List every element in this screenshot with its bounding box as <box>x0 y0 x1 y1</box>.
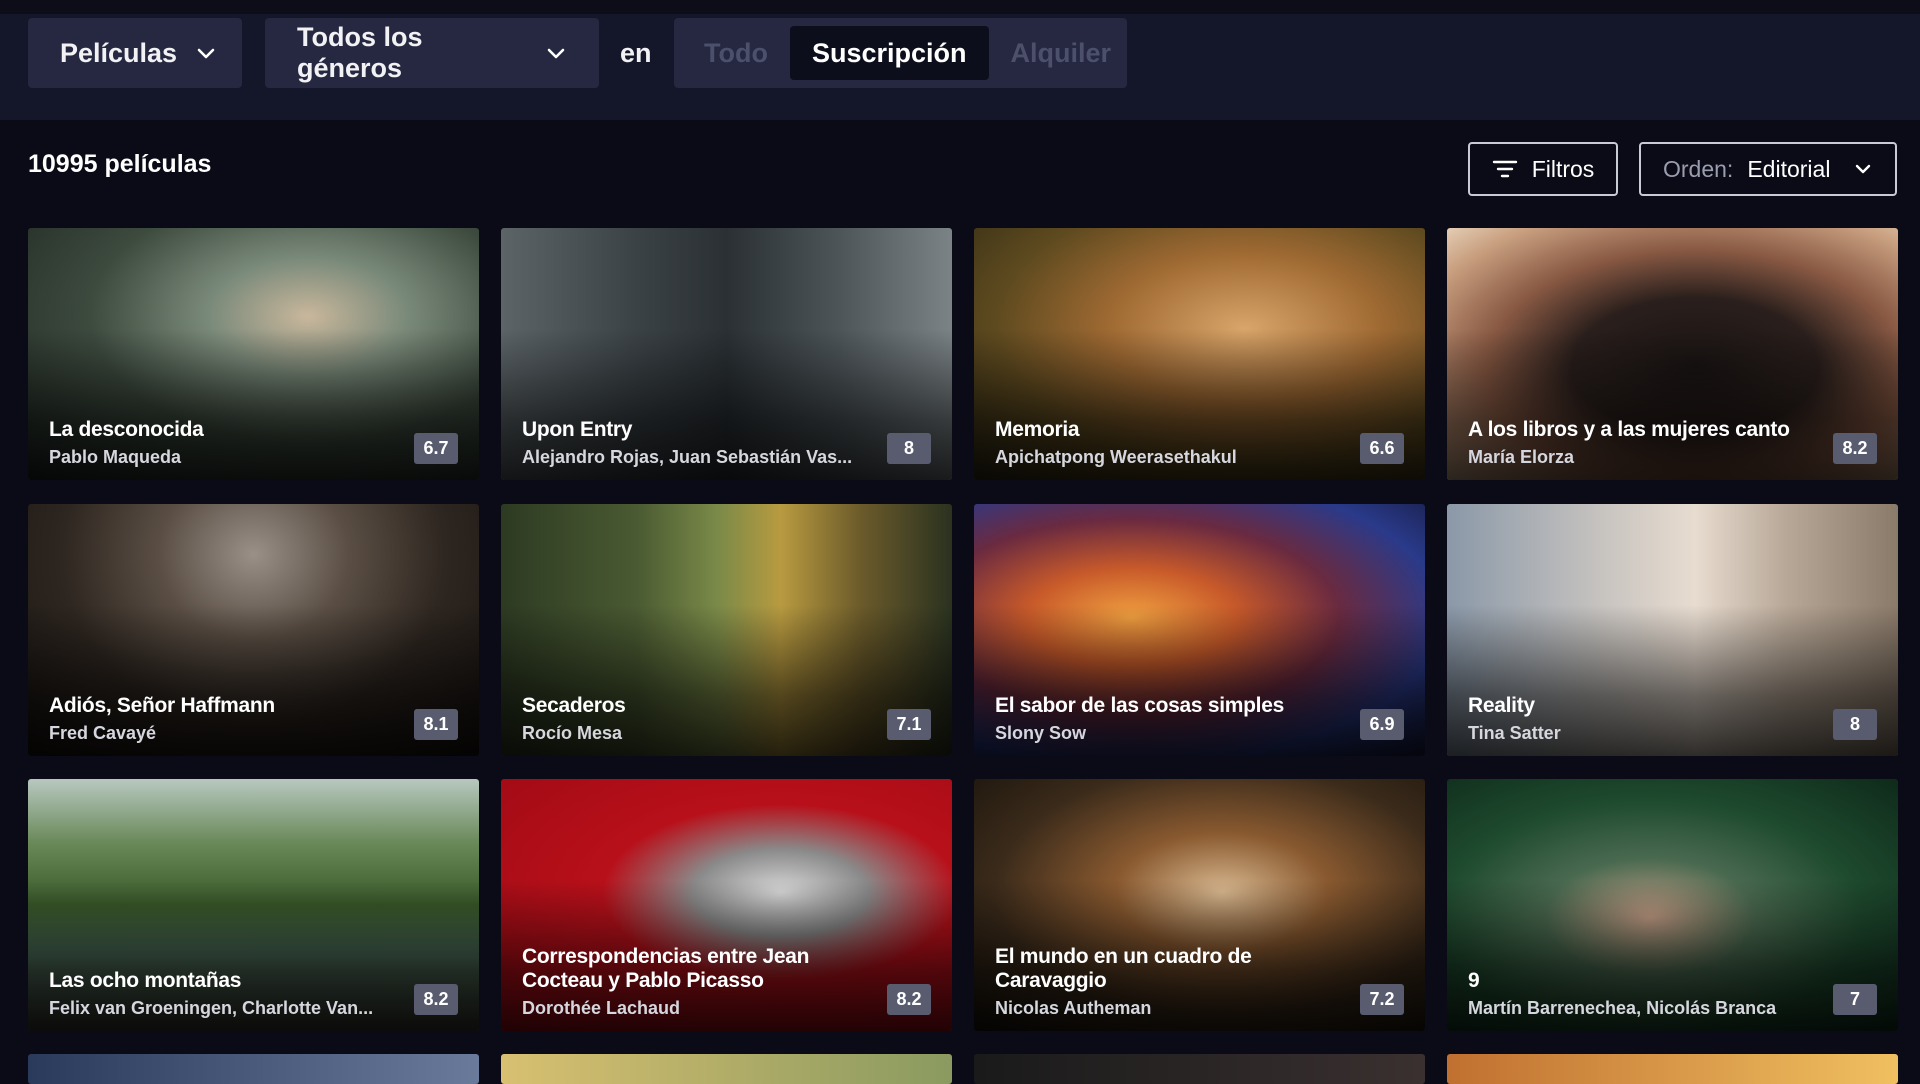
availability-option-suscripcion[interactable]: Suscripción <box>789 26 989 80</box>
movie-title: A los libros y a las mujeres canto <box>1468 418 1790 441</box>
chevron-down-icon <box>545 42 567 64</box>
movie-title: La desconocida <box>49 418 204 441</box>
movie-title: 9 <box>1468 969 1480 992</box>
movie-director: Nicolas Autheman <box>995 998 1152 1018</box>
movie-director: Pablo Maqueda <box>49 447 182 467</box>
rating-badge: 6.7 <box>414 433 458 464</box>
filter-bar: Películas Todos los géneros en Todo Susc… <box>0 0 1920 120</box>
movie-card[interactable]: Las ocho montañas Felix van Groeningen, … <box>28 779 479 1031</box>
movie-card[interactable]: A los libros y a las mujeres canto María… <box>1447 228 1898 480</box>
movie-card[interactable]: Adiós, Señor Haffmann Fred Cavayé 8.1 <box>28 504 479 756</box>
genre-label: Todos los géneros <box>297 22 423 83</box>
filters-button[interactable]: Filtros <box>1468 142 1618 196</box>
movie-card[interactable]: Secaderos Rocío Mesa 7.1 <box>501 504 952 756</box>
availability-option-alquiler[interactable]: Alquiler <box>989 26 1134 80</box>
chevron-down-icon <box>195 42 217 64</box>
availability-option-todo[interactable]: Todo <box>682 26 790 80</box>
movie-title: Adiós, Señor Haffmann <box>49 694 275 717</box>
en-label: en <box>620 37 652 68</box>
results-count: 10995 películas <box>28 150 212 178</box>
movie-title: Secaderos <box>522 694 626 717</box>
movie-title: Upon Entry <box>522 418 633 441</box>
movie-card[interactable]: La desconocida Pablo Maqueda 6.7 <box>28 228 479 480</box>
movie-card[interactable]: El mundo en un cuadro de Caravaggio Nico… <box>974 779 1425 1031</box>
rating-badge: 8 <box>1833 709 1877 740</box>
movie-card[interactable]: Correspondencias entre Jean Cocteau y Pa… <box>501 779 952 1031</box>
filter-lines-icon <box>1492 159 1518 179</box>
movie-director: Slony Sow <box>995 723 1087 743</box>
rating-badge: 7.1 <box>887 709 931 740</box>
movie-card[interactable]: Upon Entry Alejandro Rojas, Juan Sebasti… <box>501 228 952 480</box>
movie-title: Las ocho montañas <box>49 969 242 992</box>
movie-director: María Elorza <box>1468 447 1575 467</box>
movie-title: El mundo en un cuadro de Caravaggio <box>995 945 1252 992</box>
content-type-dropdown[interactable]: Películas <box>28 18 242 88</box>
rating-badge: 8.1 <box>414 709 458 740</box>
movie-card[interactable]: 9 Martín Barrenechea, Nicolás Branca 7 <box>1447 779 1898 1031</box>
movie-director: Tina Satter <box>1468 723 1561 743</box>
rating-badge: 6.6 <box>1360 433 1404 464</box>
movie-director: Felix van Groeningen, Charlotte Van... <box>49 998 374 1018</box>
rating-badge: 8.2 <box>887 984 931 1015</box>
sort-value: Editorial <box>1747 155 1831 182</box>
rating-badge: 6.9 <box>1360 709 1404 740</box>
rating-badge: 7 <box>1833 984 1877 1015</box>
rating-badge: 8 <box>887 433 931 464</box>
rating-badge: 8.2 <box>414 984 458 1015</box>
movie-director: Martín Barrenechea, Nicolás Branca <box>1468 998 1777 1018</box>
chevron-down-icon <box>1853 159 1873 179</box>
movie-title: Reality <box>1468 694 1535 717</box>
movie-card[interactable]: El sabor de las cosas simples Slony Sow … <box>974 504 1425 756</box>
movie-title: Memoria <box>995 418 1080 441</box>
movie-director: Fred Cavayé <box>49 723 157 743</box>
movie-director: Apichatpong Weerasethakul <box>995 447 1237 467</box>
rating-badge: 7.2 <box>1360 984 1404 1015</box>
sort-dropdown[interactable]: Orden: Editorial <box>1639 142 1897 196</box>
availability-toggle: Todo Suscripción Alquiler <box>674 18 1127 88</box>
movie-director: Alejandro Rojas, Juan Sebastián Vas... <box>522 447 853 467</box>
content-type-label: Películas <box>60 37 178 68</box>
movie-title: El sabor de las cosas simples <box>995 694 1284 717</box>
movie-director: Rocío Mesa <box>522 723 623 743</box>
movie-title: Correspondencias entre Jean Cocteau y Pa… <box>522 945 810 992</box>
movie-card[interactable]: Reality Tina Satter 8 <box>1447 504 1898 756</box>
rating-badge: 8.2 <box>1833 433 1877 464</box>
filters-button-label: Filtros <box>1531 155 1595 182</box>
movie-card[interactable]: Memoria Apichatpong Weerasethakul 6.6 <box>974 228 1425 480</box>
sort-label: Orden: <box>1663 155 1734 182</box>
movie-director: Dorothée Lachaud <box>522 998 681 1018</box>
genre-dropdown[interactable]: Todos los géneros <box>265 18 599 88</box>
